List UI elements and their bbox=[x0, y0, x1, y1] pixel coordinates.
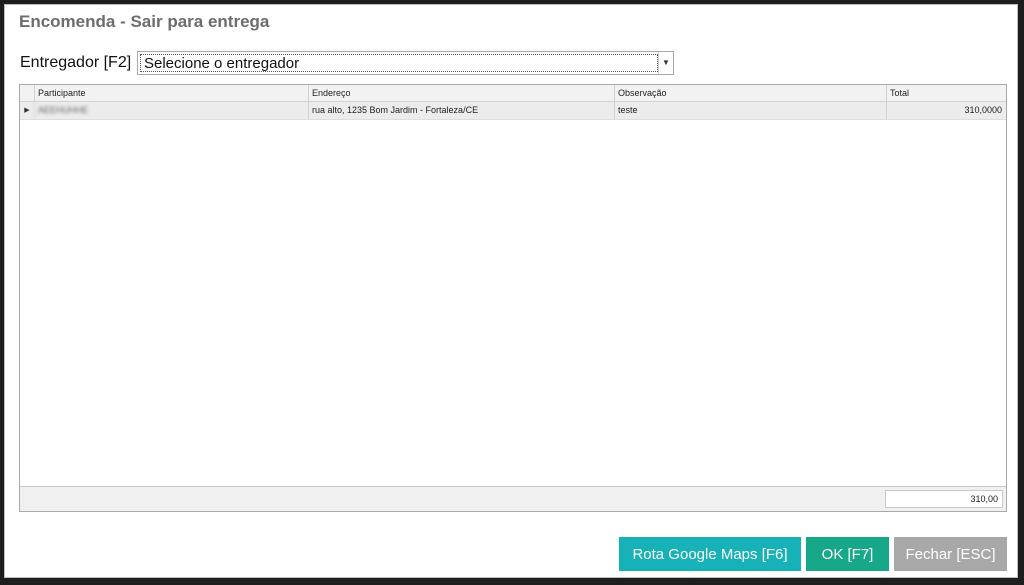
orders-grid[interactable]: Participante Endereço Observação Total ▶… bbox=[19, 84, 1007, 512]
cell-total[interactable]: 310,0000 bbox=[886, 102, 1006, 119]
ok-button[interactable]: OK [F7] bbox=[806, 537, 889, 571]
cell-participante[interactable]: AEEHUHHE bbox=[34, 102, 308, 119]
cell-observacao[interactable]: teste bbox=[614, 102, 886, 119]
column-header-participante[interactable]: Participante bbox=[34, 85, 308, 101]
column-header-observacao[interactable]: Observação bbox=[614, 85, 886, 101]
dialog-title: Encomenda - Sair para entrega bbox=[19, 12, 270, 31]
courier-select[interactable]: Selecione o entregador ▼ bbox=[137, 51, 674, 75]
row-pointer-icon: ▶ bbox=[24, 107, 30, 114]
column-header-endereco[interactable]: Endereço bbox=[308, 85, 614, 101]
chevron-down-icon[interactable]: ▼ bbox=[658, 52, 673, 74]
header-indicator-cell bbox=[20, 85, 34, 101]
courier-select-value[interactable]: Selecione o entregador bbox=[140, 54, 658, 72]
grid-footer: 310,00 bbox=[20, 486, 1006, 511]
footer-total-value: 310,00 bbox=[885, 490, 1003, 508]
column-header-total[interactable]: Total bbox=[886, 85, 1006, 101]
close-button[interactable]: Fechar [ESC] bbox=[894, 537, 1007, 571]
google-maps-route-button[interactable]: Rota Google Maps [F6] bbox=[619, 537, 801, 571]
table-row[interactable]: ▶ AEEHUHHE rua alto, 1235 Bom Jardim - F… bbox=[20, 102, 1006, 120]
cell-endereco[interactable]: rua alto, 1235 Bom Jardim - Fortaleza/CE bbox=[308, 102, 614, 119]
grid-header: Participante Endereço Observação Total bbox=[20, 85, 1006, 102]
courier-label: Entregador [F2] bbox=[20, 54, 132, 71]
dialog-window: Encomenda - Sair para entrega Entregador… bbox=[4, 4, 1018, 578]
